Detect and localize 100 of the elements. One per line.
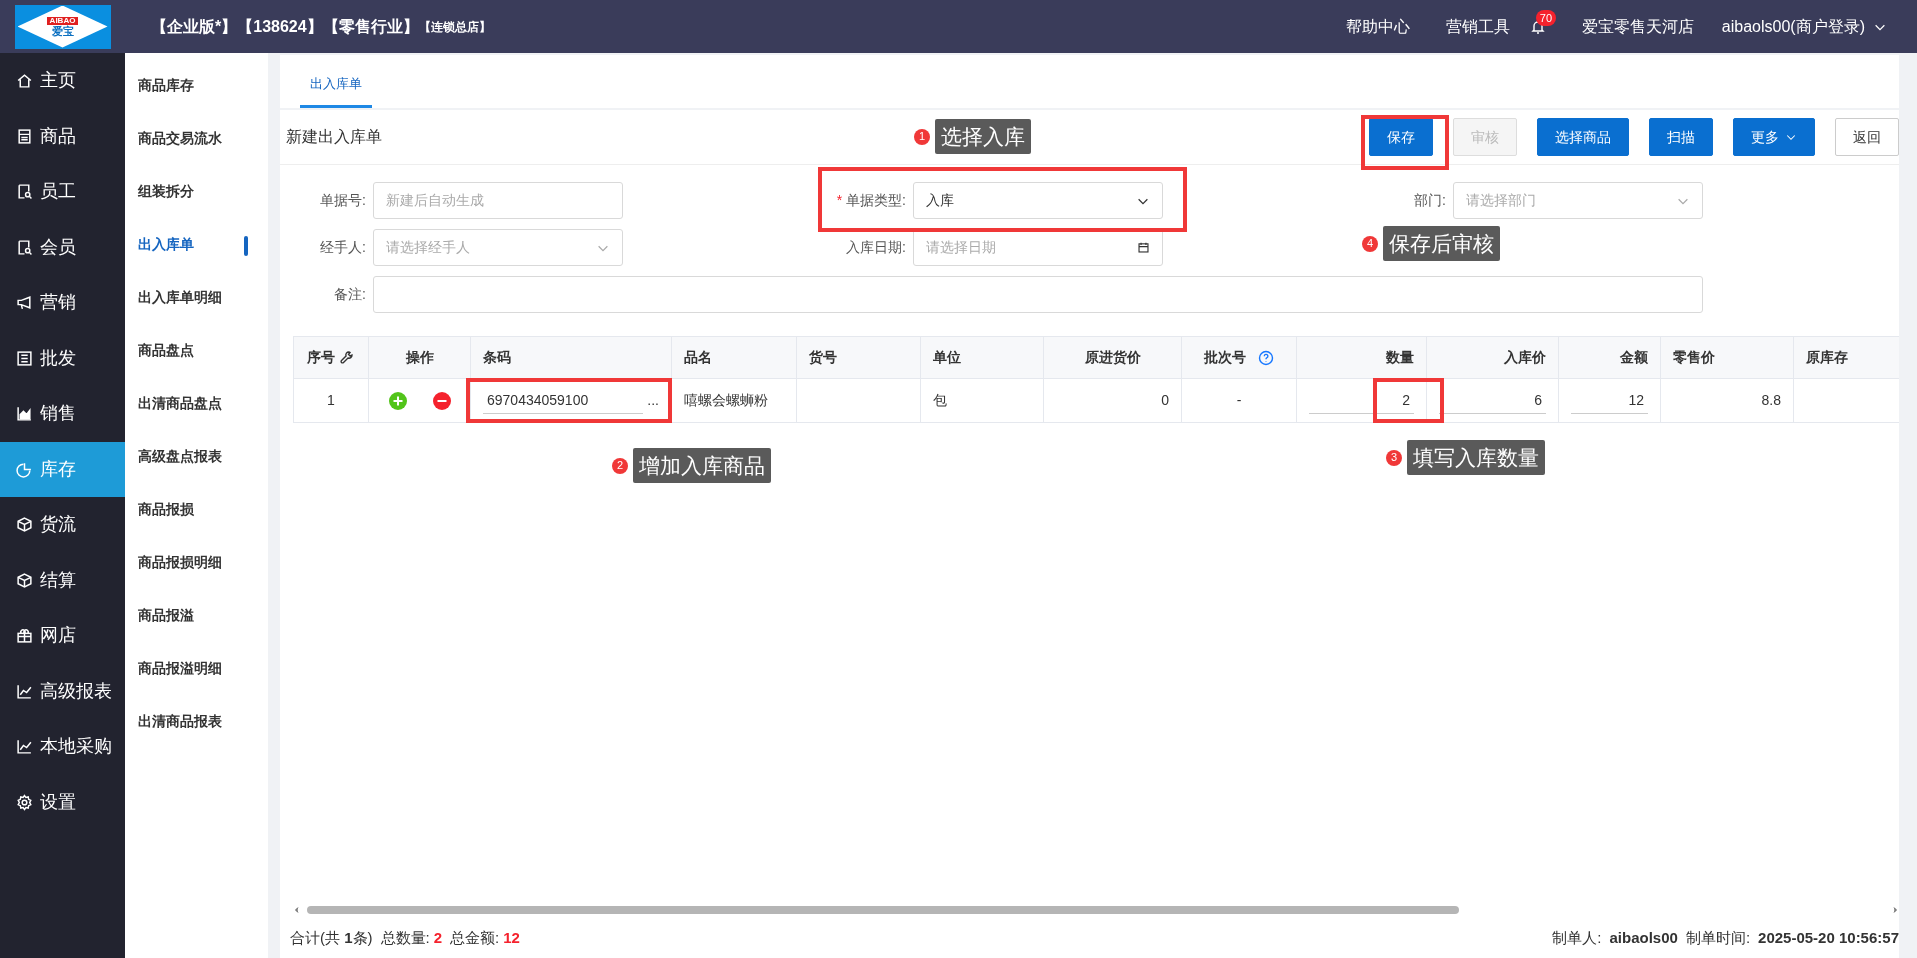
- table-cell: 嘻螺会螺蛳粉: [684, 392, 768, 408]
- nav-item[interactable]: 主页: [0, 53, 125, 109]
- edition-tag: 【企业版*】【138624】【零售行业】: [151, 14, 419, 39]
- column-header: 原库存: [1806, 349, 1848, 365]
- store-name: 爱宝零售天河店: [1581, 16, 1694, 37]
- calendar-icon: [1137, 241, 1150, 254]
- nav-item[interactable]: 商品: [0, 108, 125, 164]
- column-header: 批次号: [1204, 349, 1246, 365]
- submenu-item[interactable]: 商品报溢: [125, 589, 268, 642]
- nav-item[interactable]: 本地采购: [0, 719, 125, 775]
- remove-icon[interactable]: [432, 392, 451, 411]
- action-button[interactable]: 返回: [1835, 118, 1899, 156]
- callout-label: 保存后审核: [1383, 226, 1500, 262]
- column-header: 条码: [483, 349, 511, 365]
- nav-item[interactable]: 网店: [0, 608, 125, 664]
- column-header: 操作: [405, 349, 434, 365]
- required-mark: *: [836, 192, 843, 208]
- submenu-item[interactable]: 出清商品盘点: [125, 377, 268, 430]
- table-cell: 0: [1161, 392, 1169, 408]
- help-icon[interactable]: [1258, 350, 1274, 367]
- nav-item[interactable]: 员工: [0, 164, 125, 220]
- line-chart-icon: [16, 738, 33, 756]
- total-label: 总金额:: [450, 927, 500, 948]
- header-link[interactable]: 帮助中心: [1345, 14, 1410, 39]
- column-header: 原进货价: [1084, 349, 1141, 365]
- meta-value: aibaols00: [1609, 927, 1678, 948]
- line-chart-icon: [16, 682, 33, 700]
- barcode-input[interactable]: 6970434059100: [483, 387, 644, 414]
- column-header: 品名: [684, 349, 712, 365]
- pie-chart-icon: [16, 460, 33, 478]
- page-title: 新建出入库单: [286, 127, 382, 147]
- column-header: 序号: [307, 349, 335, 365]
- total-value: 2: [433, 927, 443, 948]
- meta-label: 制单人:: [1552, 927, 1602, 948]
- table-cell: 包: [933, 392, 947, 408]
- meta-value: 2025-05-20 10:56:57: [1758, 927, 1899, 948]
- column-header: 货号: [809, 349, 837, 365]
- nav-item[interactable]: 结算: [0, 552, 125, 608]
- column-header: 金额: [1620, 349, 1648, 365]
- total-value: 12: [503, 927, 520, 948]
- add-icon[interactable]: [388, 392, 407, 411]
- callout-label: 填写入库数量: [1407, 440, 1545, 476]
- nav-item[interactable]: 高级报表: [0, 663, 125, 719]
- cube-icon: [16, 516, 33, 534]
- column-header: 入库价: [1504, 349, 1546, 365]
- table-cell: 8.8: [1761, 392, 1781, 408]
- scroll-right-icon[interactable]: [1891, 906, 1899, 914]
- submenu-item[interactable]: 商品交易流水: [125, 112, 268, 165]
- document-icon: [16, 183, 33, 201]
- field-label: 入库日期:: [846, 239, 906, 255]
- submenu-item[interactable]: 商品盘点: [125, 324, 268, 377]
- field-label: 部门:: [1414, 192, 1446, 208]
- nav-item[interactable]: 批发: [0, 330, 125, 386]
- submenu-item[interactable]: 组装拆分: [125, 165, 268, 218]
- nav-item[interactable]: 货流: [0, 497, 125, 553]
- submenu-item[interactable]: 商品报损明细: [125, 536, 268, 589]
- meta-label: 制单时间:: [1685, 927, 1751, 948]
- dropdown-button[interactable]: 更多: [1733, 118, 1815, 156]
- field-label: 单据号:: [320, 192, 366, 208]
- nav-item[interactable]: 会员: [0, 219, 125, 275]
- submenu-item[interactable]: 商品库存: [125, 59, 268, 112]
- action-button[interactable]: 保存: [1369, 118, 1433, 156]
- wrench-icon[interactable]: [339, 350, 355, 367]
- user-menu[interactable]: aibaols00(商户登录): [1721, 14, 1865, 39]
- selection-bar: [244, 236, 248, 256]
- nav-item[interactable]: 设置: [0, 774, 125, 830]
- form-icon: [16, 127, 33, 145]
- input-field[interactable]: [373, 276, 1703, 313]
- submenu-item[interactable]: 高级盘点报表: [125, 430, 268, 483]
- nav-item[interactable]: 营销: [0, 275, 125, 331]
- submenu-item[interactable]: 商品报溢明细: [125, 642, 268, 695]
- list-icon: [16, 349, 33, 367]
- more-button[interactable]: ...: [647, 390, 659, 411]
- document-icon: [16, 238, 33, 256]
- megaphone-icon: [16, 294, 33, 312]
- column-header: 零售价: [1673, 349, 1715, 365]
- logo-subtext: 爱宝: [51, 25, 74, 37]
- bar-chart-icon: [16, 405, 33, 423]
- callout-label: 增加入库商品: [633, 448, 771, 484]
- submenu-item[interactable]: 出清商品报表: [125, 695, 268, 748]
- header-link[interactable]: 营销工具: [1445, 14, 1510, 39]
- action-button[interactable]: 选择商品: [1537, 118, 1629, 156]
- gift-icon: [16, 627, 33, 645]
- select-field[interactable]: 入库: [913, 182, 1163, 219]
- settings-icon: [16, 793, 33, 811]
- submenu-item[interactable]: 出入库单明细: [125, 271, 268, 324]
- home-icon: [16, 72, 33, 90]
- field-label: 备注:: [334, 286, 366, 302]
- total-label: 总数量:: [380, 927, 430, 948]
- submenu-item[interactable]: 出入库单: [125, 218, 268, 271]
- summary-text: 合计(共 1条): [290, 927, 373, 948]
- column-header: 数量: [1386, 349, 1414, 365]
- column-header: 单位: [933, 349, 961, 365]
- scrollbar-thumb[interactable]: [307, 906, 1459, 914]
- field-label: 经手人:: [320, 239, 366, 255]
- submenu-item[interactable]: 商品报损: [125, 483, 268, 536]
- scroll-left-icon[interactable]: [293, 906, 301, 914]
- table-cell: 1: [327, 392, 335, 408]
- nav-item[interactable]: 销售: [0, 386, 125, 442]
- action-button[interactable]: 扫描: [1649, 118, 1713, 156]
